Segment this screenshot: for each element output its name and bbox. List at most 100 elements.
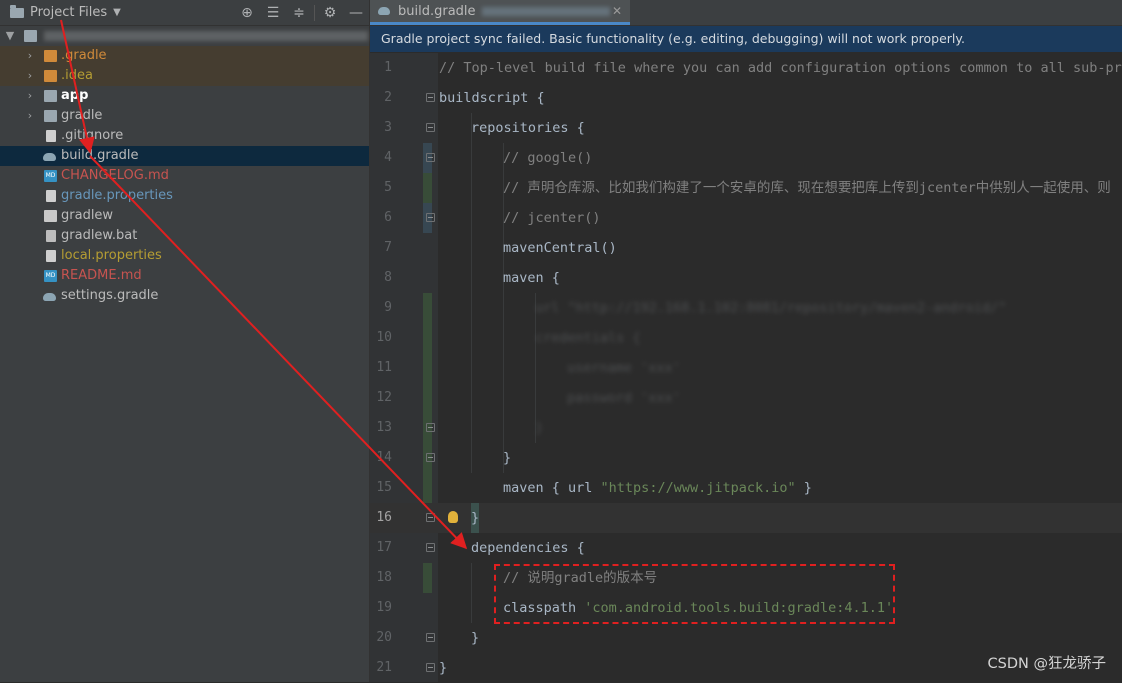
tab-build-gradle[interactable]: build.gradle ✕ bbox=[370, 0, 630, 25]
fold-icon[interactable] bbox=[426, 513, 435, 522]
code-line[interactable]: 3 repositories { bbox=[370, 113, 1122, 143]
code-line[interactable]: 20 } bbox=[370, 623, 1122, 653]
line-number: 9 bbox=[384, 300, 392, 315]
line-number: 16 bbox=[376, 510, 392, 525]
code-line[interactable]: 15 maven { url "https://www.jitpack.io" … bbox=[370, 473, 1122, 503]
chevron-right-icon[interactable]: › bbox=[24, 106, 36, 126]
code-line-current[interactable]: 16 } bbox=[370, 503, 1122, 533]
lightbulb-icon[interactable] bbox=[448, 511, 458, 523]
module-folder-icon bbox=[44, 90, 57, 102]
tree-item-local-properties[interactable]: local.properties bbox=[0, 246, 369, 266]
folder-icon bbox=[44, 50, 57, 62]
folder-icon bbox=[24, 30, 37, 42]
ignore-file-icon bbox=[46, 130, 56, 142]
expand-all-icon[interactable]: ☰ bbox=[260, 5, 286, 21]
shell-script-icon bbox=[44, 210, 57, 222]
obscured-code: password 'xxx' bbox=[567, 390, 681, 406]
tree-item-label: build.gradle bbox=[61, 148, 139, 163]
code-text: } bbox=[439, 660, 448, 676]
markdown-file-icon: MD bbox=[44, 270, 57, 282]
tree-item-root[interactable]: ▼ bbox=[0, 26, 369, 46]
code-text: // jcenter() bbox=[503, 210, 601, 226]
line-number: 7 bbox=[384, 240, 392, 255]
tree-item-readme[interactable]: MD README.md bbox=[0, 266, 369, 286]
tree-item-gitignore[interactable]: .gitignore bbox=[0, 126, 369, 146]
tree-item-gradlew-bat[interactable]: gradlew.bat bbox=[0, 226, 369, 246]
tree-item-app[interactable]: › app bbox=[0, 86, 369, 106]
editor-pane: build.gradle ✕ Gradle project sync faile… bbox=[370, 0, 1122, 682]
tree-item-changelog[interactable]: MD CHANGELOG.md bbox=[0, 166, 369, 186]
chevron-right-icon[interactable]: › bbox=[24, 86, 36, 106]
tree-item-gradle-folder[interactable]: › gradle bbox=[0, 106, 369, 126]
code-line[interactable]: 8 maven { bbox=[370, 263, 1122, 293]
chevron-right-icon[interactable]: › bbox=[24, 46, 36, 66]
tree-item-label: app bbox=[61, 88, 89, 103]
code-line[interactable]: 1 // Top-level build file where you can … bbox=[370, 53, 1122, 83]
fold-icon[interactable] bbox=[426, 123, 435, 132]
line-number: 2 bbox=[384, 90, 392, 105]
line-number: 8 bbox=[384, 270, 392, 285]
project-panel-header[interactable]: Project Files ▼ ⊕ ☰ ≑ ⚙ — bbox=[0, 0, 369, 26]
fold-icon[interactable] bbox=[426, 423, 435, 432]
settings-icon[interactable]: ⚙ bbox=[317, 5, 343, 21]
fold-icon[interactable] bbox=[426, 153, 435, 162]
folder-icon bbox=[44, 110, 57, 122]
editor-tab-bar: build.gradle ✕ bbox=[370, 0, 1122, 26]
fold-icon[interactable] bbox=[426, 93, 435, 102]
properties-file-icon bbox=[46, 190, 56, 202]
code-text: dependencies { bbox=[471, 540, 585, 556]
line-number: 14 bbox=[376, 450, 392, 465]
code-line[interactable]: 17 dependencies { bbox=[370, 533, 1122, 563]
tree-item-label: README.md bbox=[61, 268, 142, 283]
tree-item-gradle-properties[interactable]: gradle.properties bbox=[0, 186, 369, 206]
gradle-elephant-icon bbox=[378, 7, 390, 15]
hide-icon[interactable]: — bbox=[343, 5, 369, 21]
fold-icon[interactable] bbox=[426, 663, 435, 672]
fold-icon[interactable] bbox=[426, 633, 435, 642]
project-panel: Project Files ▼ ⊕ ☰ ≑ ⚙ — ▼ › .gradle › … bbox=[0, 0, 370, 682]
line-number: 12 bbox=[376, 390, 392, 405]
code-line[interactable]: 2 buildscript { bbox=[370, 83, 1122, 113]
code-text: } bbox=[471, 503, 480, 533]
code-line[interactable]: 5 // 声明仓库源、比如我们构建了一个安卓的库、现在想要把库上传到jcente… bbox=[370, 173, 1122, 203]
tree-item-label: CHANGELOG.md bbox=[61, 168, 169, 183]
tree-item-label: gradle bbox=[61, 108, 103, 123]
collapse-all-icon[interactable]: ≑ bbox=[286, 5, 312, 21]
tree-item-build-gradle[interactable]: build.gradle bbox=[0, 146, 369, 166]
code-text: // Top-level build file where you can ad… bbox=[439, 60, 1122, 76]
code-area[interactable]: 1 // Top-level build file where you can … bbox=[370, 53, 1122, 682]
folder-icon bbox=[10, 4, 24, 18]
code-line[interactable]: 7 mavenCentral() bbox=[370, 233, 1122, 263]
line-number: 20 bbox=[376, 630, 392, 645]
fold-icon[interactable] bbox=[426, 213, 435, 222]
code-line[interactable]: 13 } bbox=[370, 413, 1122, 443]
code-line[interactable]: 6 // jcenter() bbox=[370, 203, 1122, 233]
close-icon[interactable]: ✕ bbox=[612, 4, 622, 18]
chevron-right-icon[interactable]: › bbox=[24, 66, 36, 86]
chevron-down-icon[interactable]: ▼ bbox=[113, 7, 121, 18]
chevron-down-icon[interactable]: ▼ bbox=[4, 26, 16, 46]
code-line[interactable]: 11 username 'xxx' bbox=[370, 353, 1122, 383]
code-string: "https://www.jitpack.io" bbox=[600, 480, 796, 496]
locate-icon[interactable]: ⊕ bbox=[234, 5, 260, 21]
fold-icon[interactable] bbox=[426, 543, 435, 552]
tree-item-gradlew[interactable]: gradlew bbox=[0, 206, 369, 226]
code-line[interactable]: 12 password 'xxx' bbox=[370, 383, 1122, 413]
gradle-elephant-icon bbox=[43, 293, 56, 301]
code-line[interactable]: 14 } bbox=[370, 443, 1122, 473]
tab-label: build.gradle bbox=[398, 3, 476, 19]
tree-item-idea[interactable]: › .idea bbox=[0, 66, 369, 86]
properties-file-icon bbox=[46, 250, 56, 262]
code-text: } bbox=[503, 450, 512, 466]
code-text: buildscript { bbox=[439, 90, 545, 106]
tree-item-settings-gradle[interactable]: settings.gradle bbox=[0, 286, 369, 306]
tree-item-dot-gradle[interactable]: › .gradle bbox=[0, 46, 369, 66]
code-line[interactable]: 10 credentials { bbox=[370, 323, 1122, 353]
tree-item-label: .gitignore bbox=[61, 128, 124, 143]
code-line[interactable]: 4 // google() bbox=[370, 143, 1122, 173]
fold-icon[interactable] bbox=[426, 453, 435, 462]
obscured-code: credentials { bbox=[535, 330, 641, 346]
code-text: mavenCentral() bbox=[503, 240, 617, 256]
code-line[interactable]: 9 url "http://192.168.1.102:8081/reposit… bbox=[370, 293, 1122, 323]
project-view-title[interactable]: Project Files bbox=[30, 5, 107, 20]
